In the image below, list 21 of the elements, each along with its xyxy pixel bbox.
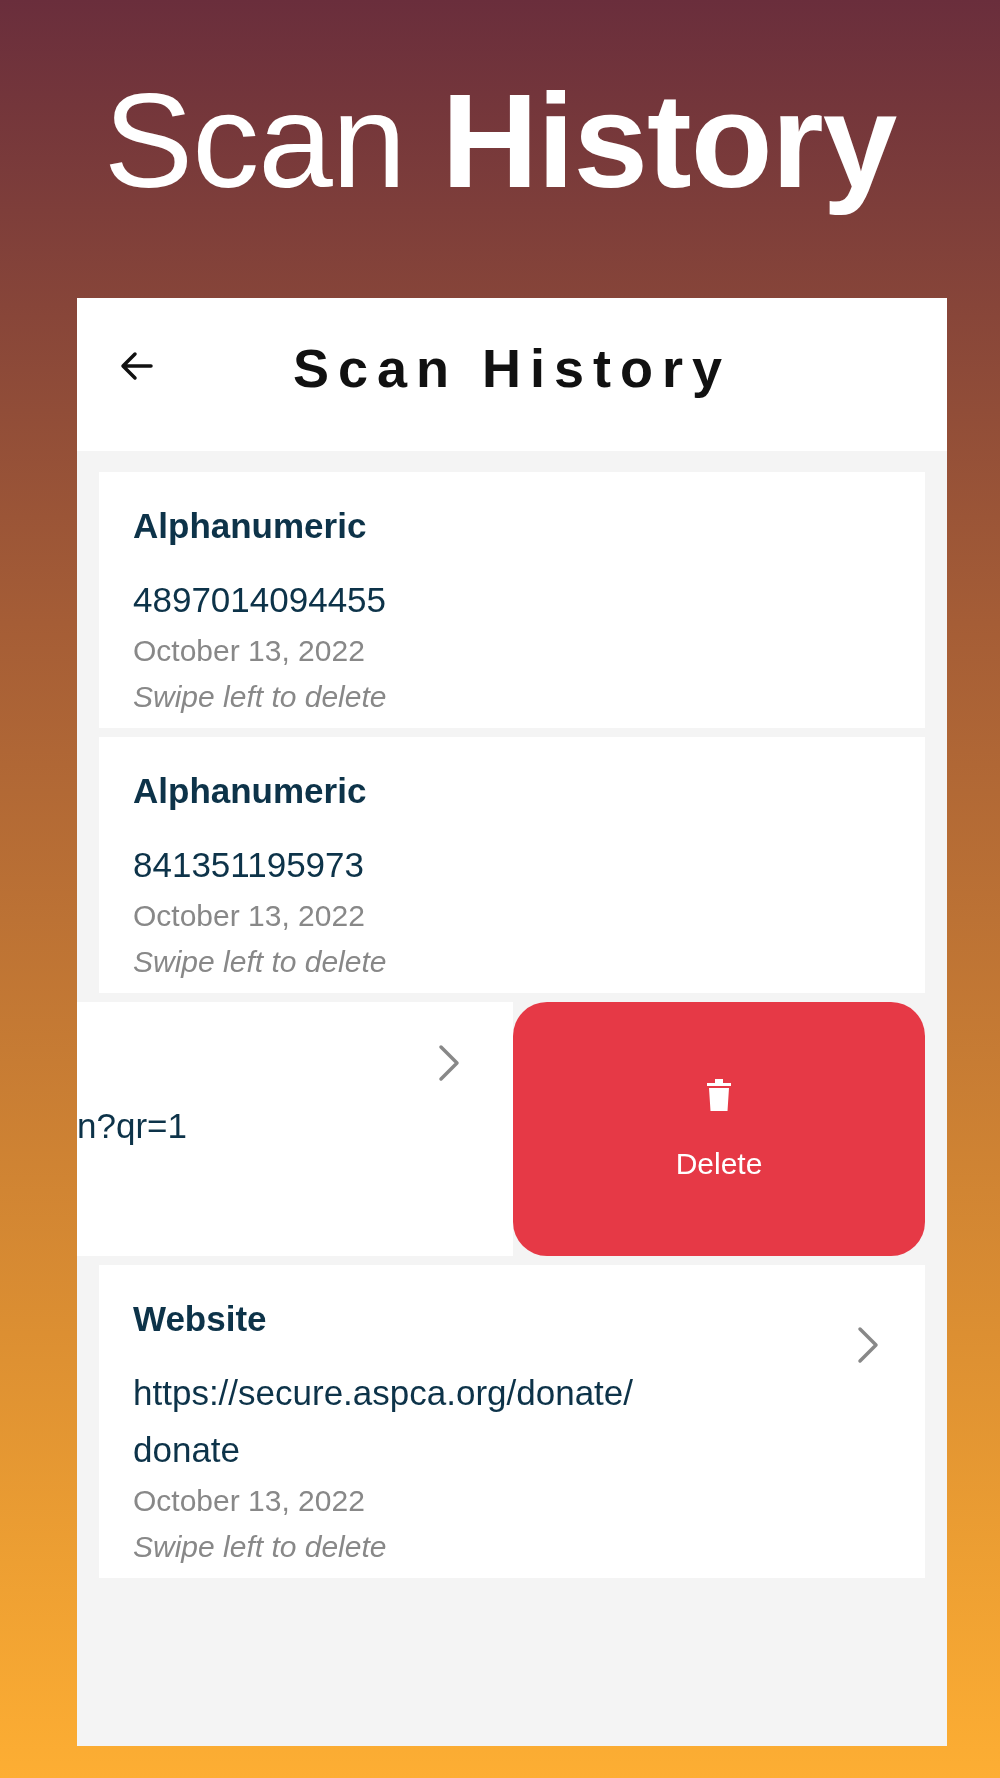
entry-type: Alphanumeric	[133, 770, 368, 812]
swipe-hint: Swipe left to delete	[133, 679, 387, 715]
entry-date: October 13, 2022	[133, 1483, 366, 1519]
swipe-hint: Swipe left to delete	[133, 944, 387, 980]
screen-title: Scan History	[292, 336, 732, 399]
history-card[interactable]: Alphanumeric 841351195973 October 13, 2022 Swipe left to delete	[99, 737, 925, 993]
trash-icon	[705, 1077, 733, 1113]
history-card[interactable]: Website https://secure.aspca.org/donate/donate October 13, 2022 Swipe left to delete	[99, 1265, 925, 1578]
history-card[interactable]: Alphanumeric 4897014094455 October 13, 2022 Swipe left to delete	[99, 472, 925, 728]
swipe-hint: Swipe left to delete	[133, 1529, 388, 1565]
entry-type: Alphanumeric	[133, 505, 368, 547]
entry-value: 4897014094455	[133, 579, 387, 621]
delete-button[interactable]: Delete	[513, 1002, 925, 1256]
entry-date: October 13, 2022	[133, 633, 366, 669]
entry-date: October 13, 2022	[133, 898, 366, 934]
entry-value: https://secure.aspca.org/donate/donate	[133, 1372, 635, 1471]
entry-value: 841351195973	[133, 844, 365, 886]
entry-value: n?qr=1	[77, 1105, 187, 1147]
entry-type: Website	[133, 1298, 268, 1340]
banner-title: Scan History	[103, 64, 897, 217]
history-card[interactable]: n?qr=1	[77, 1002, 513, 1256]
